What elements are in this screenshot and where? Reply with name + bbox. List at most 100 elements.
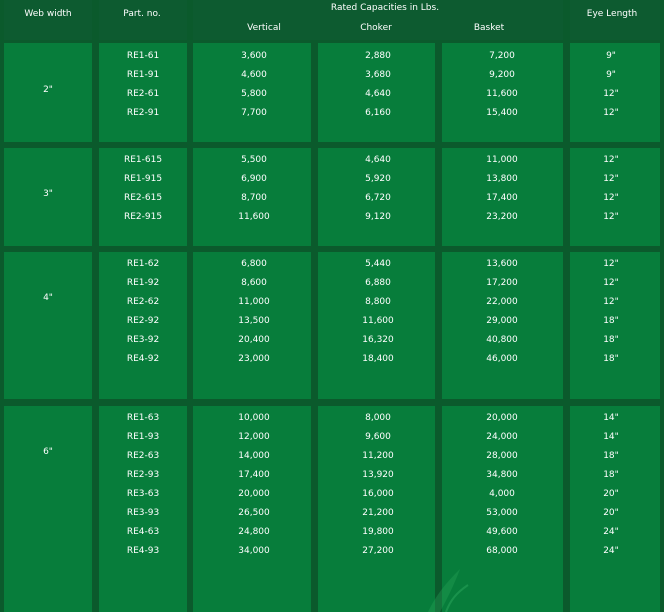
basket-capacity: 29,000 [486,316,518,326]
vertical-capacity: 8,700 [241,193,267,203]
part-number: RE3-63 [126,489,160,499]
choker-capacity: 4,640 [365,155,391,165]
choker-capacity: 13,920 [362,470,394,480]
part-number: RE1-63 [126,413,160,423]
vertical-capacity: 34,000 [238,546,270,556]
choker-capacity: 6,880 [365,278,391,288]
part-number: RE1-91 [126,70,160,80]
vertical-capacity: 24,800 [238,527,270,537]
eye-length: 12" [603,155,619,165]
choker-capacity: 4,640 [365,89,391,99]
header-basket: Basket [473,23,505,33]
vertical-capacity: 11,600 [238,212,270,222]
basket-capacity: 34,800 [486,470,518,480]
basket-capacity: 53,000 [486,508,518,518]
choker-capacity: 11,600 [362,316,394,326]
part-number: RE1-61 [126,51,160,61]
part-number: RE2-91 [126,108,160,118]
vertical-capacity: 4,600 [241,70,267,80]
basket-capacity: 20,000 [486,413,518,423]
vertical-capacity: 6,800 [241,259,267,269]
part-number: RE1-915 [123,174,163,184]
part-number: RE2-63 [126,451,160,461]
choker-capacity: 16,320 [362,335,394,345]
choker-capacity: 8,000 [365,413,391,423]
eye-length: 18" [603,470,619,480]
vertical-capacity: 17,400 [238,470,270,480]
part-number: RE4-63 [126,527,160,537]
choker-capacity: 27,200 [362,546,394,556]
header-rated-capacities: Rated Capacities in Lbs. [330,3,440,13]
web-width-cell [4,252,92,399]
web-width-value: 2" [43,85,53,95]
web-width-value: 6" [43,447,53,457]
part-number: RE2-61 [126,89,160,99]
header-web-width-cell: Web width [4,0,92,40]
choker-capacity: 3,680 [365,70,391,80]
part-number: RE4-92 [126,354,160,364]
leaf-watermark-icon [428,569,469,612]
eye-length: 12" [603,108,619,118]
vertical-capacity: 20,000 [238,489,270,499]
choker-capacity: 6,160 [365,108,391,118]
choker-capacity: 19,800 [362,527,394,537]
eye-length: 12" [603,89,619,99]
header-vertical: Vertical [247,23,281,33]
basket-capacity: 49,600 [486,527,518,537]
choker-capacity: 16,000 [362,489,394,499]
choker-capacity: 6,720 [365,193,391,203]
choker-capacity: 9,600 [365,432,391,442]
header-rated-capacities-cell: Rated Capacities in Lbs. Vertical Choker… [193,0,563,40]
eye-length: 12" [603,193,619,203]
eye-length: 18" [603,335,619,345]
part-number: RE3-92 [126,335,160,345]
part-number: RE1-92 [126,278,160,288]
header-choker: Choker [360,23,392,33]
choker-capacity: 11,200 [362,451,394,461]
part-number: RE1-615 [123,155,163,165]
basket-capacity: 46,000 [486,354,518,364]
vertical-capacity: 20,400 [238,335,270,345]
web-width-cell [4,406,92,612]
vertical-capacity: 5,800 [241,89,267,99]
part-number: RE3-93 [126,508,160,518]
part-number: RE4-93 [126,546,160,556]
header-eye-length: Eye Length [586,9,638,19]
part-number: RE2-62 [126,297,160,307]
part-number: RE2-915 [123,212,163,222]
part-number: RE1-62 [126,259,160,269]
choker-capacity: 5,440 [365,259,391,269]
choker-capacity: 8,800 [365,297,391,307]
choker-capacity: 5,920 [365,174,391,184]
eye-length: 24" [603,527,619,537]
basket-capacity: 24,000 [486,432,518,442]
choker-capacity: 9,120 [365,212,391,222]
vertical-capacity: 5,500 [241,155,267,165]
header-web-width: Web width [24,9,72,19]
vertical-capacity: 3,600 [241,51,267,61]
basket-capacity: 22,000 [486,297,518,307]
vertical-capacity: 23,000 [238,354,270,364]
basket-capacity: 13,800 [486,174,518,184]
eye-length: 18" [603,316,619,326]
vertical-capacity: 26,500 [238,508,270,518]
eye-length: 12" [603,174,619,184]
basket-capacity: 68,000 [486,546,518,556]
vertical-capacity: 11,000 [238,297,270,307]
part-number: RE2-615 [123,193,163,203]
vertical-capacity: 10,000 [238,413,270,423]
basket-capacity: 17,200 [486,278,518,288]
eye-length: 14" [603,413,619,423]
eye-length: 9" [606,70,616,80]
basket-capacity: 11,600 [486,89,518,99]
web-width-value: 3" [43,189,53,199]
web-width-value: 4" [43,293,53,303]
eye-length: 9" [606,51,616,61]
basket-capacity: 28,000 [486,451,518,461]
vertical-capacity: 7,700 [241,108,267,118]
basket-capacity: 17,400 [486,193,518,203]
eye-length: 12" [603,259,619,269]
basket-capacity: 23,200 [486,212,518,222]
part-number: RE2-93 [126,470,160,480]
header-part-no: Part. no. [123,9,161,19]
